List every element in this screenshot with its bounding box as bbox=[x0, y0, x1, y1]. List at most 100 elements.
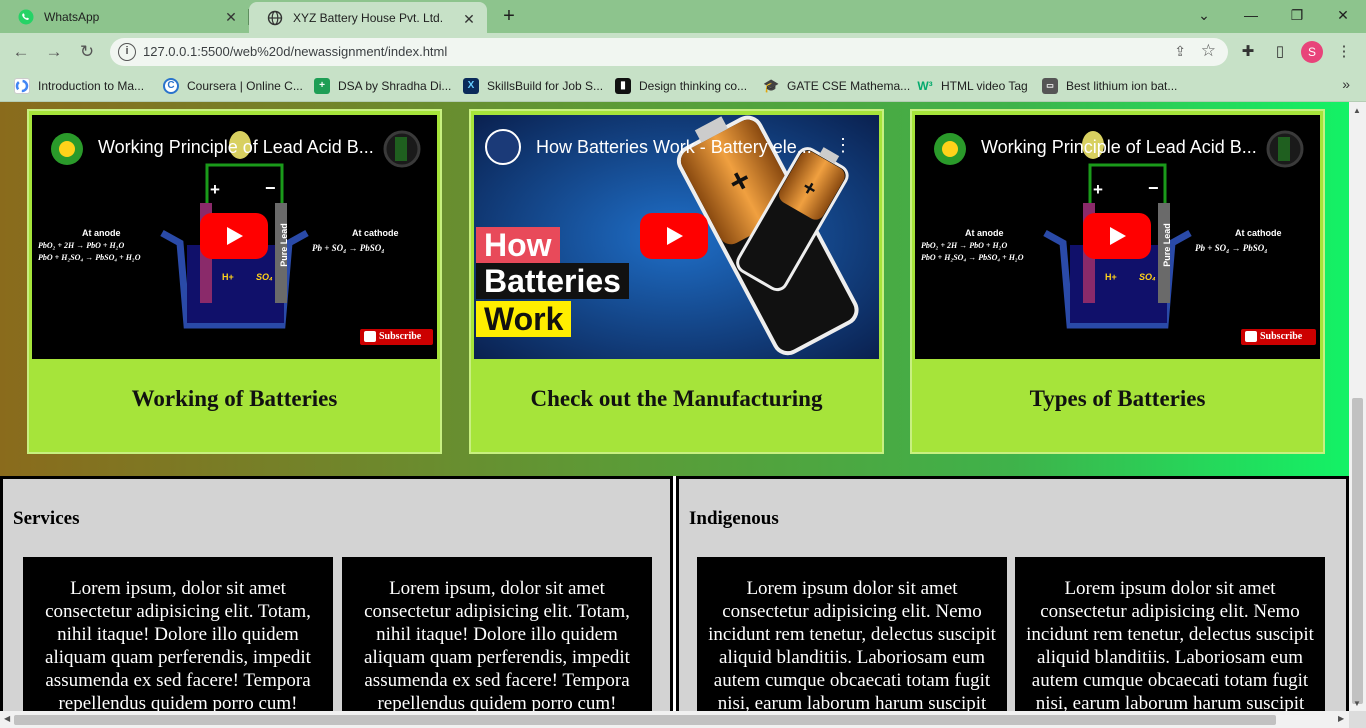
scroll-up-icon[interactable]: ▲ bbox=[1353, 106, 1361, 115]
scroll-down-icon[interactable]: ▼ bbox=[1353, 699, 1361, 708]
plus-sign: + bbox=[1093, 180, 1103, 199]
reload-icon[interactable]: ↻ bbox=[76, 41, 98, 63]
scroll-left-icon[interactable]: ◀ bbox=[4, 714, 10, 723]
cathode-heading: At cathode bbox=[352, 228, 399, 238]
plate-label: Pure Lead bbox=[278, 223, 289, 267]
extensions-icon[interactable]: ✚ bbox=[1238, 42, 1258, 62]
more-options-icon[interactable]: ⋮ bbox=[834, 135, 852, 156]
scrollbar-thumb[interactable] bbox=[14, 715, 1276, 725]
side-panel-icon[interactable]: ▯ bbox=[1270, 42, 1290, 62]
bookmark-item[interactable]: C Coursera | Online C... bbox=[163, 77, 303, 95]
overlay-word: How bbox=[476, 227, 560, 263]
video-section: Working Principle of Lead Acid B... + − … bbox=[0, 102, 1349, 476]
horizontal-scrollbar[interactable]: ◀ ▶ bbox=[0, 711, 1349, 728]
youtube-play-button[interactable] bbox=[200, 213, 268, 259]
url-text: 127.0.0.1:5500/web%20d/newassignment/ind… bbox=[143, 44, 448, 59]
overlay-word: Work bbox=[476, 301, 572, 337]
site-info-icon[interactable]: i bbox=[118, 43, 136, 61]
bookmark-item[interactable]: X SkillsBuild for Job S... bbox=[463, 77, 603, 95]
subscribe-badge[interactable]: Subscribe bbox=[360, 329, 433, 345]
anode-equation: PbO + H₂SO₄ → PbSO₄ + H₂O bbox=[921, 253, 1024, 262]
video-title[interactable]: Working Principle of Lead Acid B... bbox=[98, 137, 374, 158]
tab-whatsapp[interactable]: WhatsApp ✕ bbox=[0, 0, 249, 33]
bookmark-label: GATE CSE Mathema... bbox=[787, 79, 911, 93]
design-icon: ▮ bbox=[615, 78, 631, 94]
ion-label: SO₄ bbox=[1139, 272, 1156, 282]
anode-heading: At anode bbox=[965, 228, 1004, 238]
scrollbar-thumb[interactable] bbox=[1352, 398, 1363, 704]
tab-xyz-battery[interactable]: XYZ Battery House Pvt. Ltd. ✕ bbox=[249, 2, 487, 33]
text-box: Lorem ipsum dolor sit amet consectetur a… bbox=[697, 557, 1007, 711]
bookmark-item[interactable]: ▮ Design thinking co... bbox=[615, 77, 747, 95]
card-caption: Working of Batteries bbox=[131, 386, 338, 411]
page-viewport: Working Principle of Lead Acid B... + − … bbox=[0, 102, 1349, 711]
subscribe-label: Subscribe bbox=[1260, 331, 1303, 342]
bookmark-label: Coursera | Online C... bbox=[187, 79, 303, 93]
bookmark-label: Best lithium ion bat... bbox=[1066, 79, 1178, 93]
vertical-scrollbar[interactable]: ▲ ▼ bbox=[1349, 102, 1366, 711]
youtube-play-button[interactable] bbox=[640, 213, 708, 259]
restore-icon[interactable]: ❐ bbox=[1274, 4, 1320, 26]
video-player[interactable]: Working Principle of Lead Acid B... + − … bbox=[915, 115, 1320, 359]
video-card-types: Working Principle of Lead Acid B... + − … bbox=[910, 109, 1325, 454]
bookmark-star-icon[interactable]: ☆ bbox=[1201, 41, 1216, 61]
bookmark-item[interactable]: + DSA by Shradha Di... bbox=[314, 77, 451, 95]
bookmark-item[interactable]: W³ HTML video Tag bbox=[917, 77, 1028, 95]
bookmark-label: SkillsBuild for Job S... bbox=[487, 79, 604, 93]
bookmark-item[interactable]: ▭ Best lithium ion bat... bbox=[1042, 77, 1177, 95]
coursera-icon: C bbox=[163, 78, 179, 94]
section-heading: Services bbox=[13, 508, 80, 529]
plus-sign: + bbox=[210, 180, 220, 199]
video-title[interactable]: How Batteries Work - Battery ele... bbox=[536, 137, 812, 158]
close-icon[interactable]: ✕ bbox=[223, 9, 239, 25]
skillsbuild-icon: X bbox=[463, 78, 479, 94]
close-window-icon[interactable]: ✕ bbox=[1320, 4, 1366, 26]
share-icon[interactable]: ⇪ bbox=[1174, 43, 1186, 60]
anode-equation: PbO + H₂SO₄ → PbSO₄ + H₂O bbox=[38, 253, 141, 262]
text-box: Lorem ipsum, dolor sit amet consectetur … bbox=[23, 557, 333, 711]
more-bookmarks-icon[interactable]: » bbox=[1342, 76, 1350, 92]
bookmark-item[interactable]: Introduction to Ma... bbox=[14, 77, 144, 95]
ion-label: H+ bbox=[222, 272, 234, 282]
tab-search-icon[interactable]: ⌄ bbox=[1181, 4, 1227, 26]
scrollbar-corner bbox=[1349, 711, 1366, 728]
card-caption: Types of Batteries bbox=[1029, 386, 1206, 411]
anode-equation: PbO₂ + 2H → PbO + H₂O bbox=[38, 241, 125, 250]
forward-icon[interactable]: → bbox=[43, 41, 65, 63]
globe-icon bbox=[267, 10, 283, 26]
ion-label: H+ bbox=[1105, 272, 1117, 282]
play-icon bbox=[1245, 331, 1257, 342]
minus-sign: − bbox=[1148, 178, 1159, 198]
menu-icon[interactable]: ⋮ bbox=[1334, 42, 1354, 62]
play-icon bbox=[364, 331, 376, 342]
scroll-right-icon[interactable]: ▶ bbox=[1338, 714, 1344, 723]
back-icon[interactable]: ← bbox=[10, 41, 32, 63]
video-card-working: Working Principle of Lead Acid B... + − … bbox=[27, 109, 442, 454]
browser-toolbar: ← → ↻ i 127.0.0.1:5500/web%20d/newassign… bbox=[0, 33, 1366, 71]
close-icon[interactable]: ✕ bbox=[461, 11, 477, 27]
bookmark-item[interactable]: 🎓 GATE CSE Mathema... bbox=[763, 77, 910, 95]
minus-sign: − bbox=[265, 178, 276, 198]
new-tab-icon[interactable]: + bbox=[498, 6, 520, 28]
video-player[interactable]: + + How Batteries Work - Battery ele... … bbox=[474, 115, 879, 359]
subscribe-label: Subscribe bbox=[379, 331, 422, 342]
bookmark-label: DSA by Shradha Di... bbox=[338, 79, 452, 93]
address-bar[interactable]: i 127.0.0.1:5500/web%20d/newassignment/i… bbox=[110, 38, 1228, 66]
tab-title: XYZ Battery House Pvt. Ltd. bbox=[293, 10, 444, 25]
services-panel: Services Lorem ipsum, dolor sit amet con… bbox=[0, 476, 673, 711]
subscribe-badge[interactable]: Subscribe bbox=[1241, 329, 1316, 345]
minimize-icon[interactable]: — bbox=[1228, 4, 1274, 26]
anode-equation: PbO₂ + 2H → PbO + H₂O bbox=[921, 241, 1008, 250]
play-icon bbox=[1110, 227, 1126, 245]
w3-icon: W³ bbox=[917, 79, 933, 93]
bookmark-label: HTML video Tag bbox=[941, 79, 1028, 93]
text-box: Lorem ipsum dolor sit amet consectetur a… bbox=[1015, 557, 1325, 711]
video-player[interactable]: Working Principle of Lead Acid B... + − … bbox=[32, 115, 437, 359]
youtube-play-button[interactable] bbox=[1083, 213, 1151, 259]
cathode-equation: Pb + SO₄ → PbSO₄ bbox=[1195, 243, 1268, 253]
cathode-heading: At cathode bbox=[1235, 228, 1282, 238]
bookmark-label: Introduction to Ma... bbox=[38, 79, 145, 93]
video-title[interactable]: Working Principle of Lead Acid B... bbox=[981, 137, 1257, 158]
whatsapp-icon bbox=[18, 9, 34, 25]
avatar[interactable]: S bbox=[1301, 41, 1323, 63]
